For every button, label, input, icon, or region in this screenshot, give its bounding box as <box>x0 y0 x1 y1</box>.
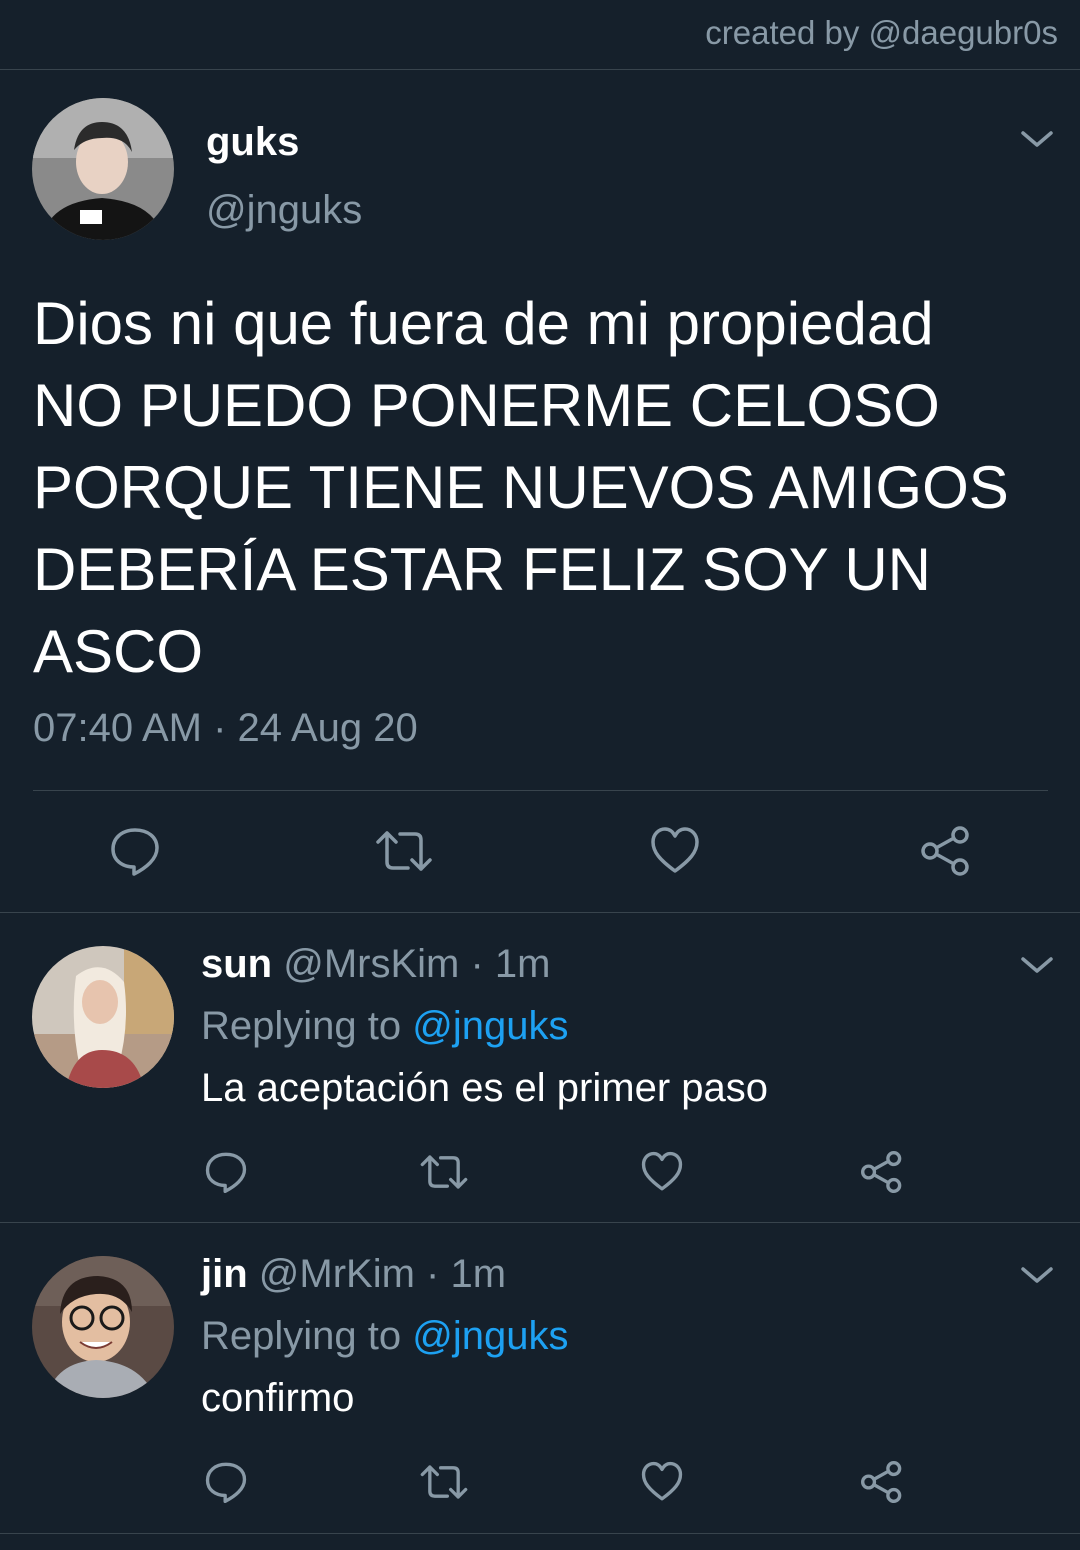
tweet-timestamp[interactable]: 07:40 AM · 24 Aug 20 <box>33 706 418 751</box>
replying-to: Replying to @jnguks <box>201 1314 568 1359</box>
handle-time: @MrKim · 1m <box>247 1252 507 1296</box>
replying-label: Replying to <box>201 1004 413 1048</box>
top-divider <box>0 69 1080 70</box>
reply-text: confirmo <box>201 1376 355 1420</box>
divider <box>0 1222 1080 1223</box>
share-icon[interactable] <box>860 1461 904 1503</box>
chevron-down-icon[interactable] <box>1019 953 1055 977</box>
avatar[interactable] <box>32 946 174 1088</box>
display-name[interactable]: guks <box>206 120 299 165</box>
reply-icon[interactable] <box>110 826 160 876</box>
share-icon[interactable] <box>860 1151 904 1193</box>
replying-label: Replying to <box>201 1314 413 1358</box>
divider <box>33 790 1048 791</box>
chevron-down-icon[interactable] <box>1019 1263 1055 1287</box>
mention-link[interactable]: @jnguks <box>412 1314 568 1358</box>
like-icon[interactable] <box>641 1151 683 1193</box>
retweet-icon[interactable] <box>419 1151 469 1193</box>
like-icon[interactable] <box>650 826 700 876</box>
reply-icon[interactable] <box>205 1151 247 1193</box>
display-name[interactable]: jin <box>201 1252 248 1296</box>
user-handle[interactable]: @jnguks <box>206 188 362 233</box>
reply-text: La aceptación es el primer paso <box>201 1066 768 1110</box>
tweet-text: Dios ni que fuera de mi propiedad NO PUE… <box>33 290 1009 685</box>
divider <box>0 1533 1080 1534</box>
display-name[interactable]: sun <box>201 942 272 986</box>
avatar[interactable] <box>32 98 174 240</box>
chevron-down-icon[interactable] <box>1019 127 1055 151</box>
reply-icon[interactable] <box>205 1461 247 1503</box>
reply-header: jin @MrKim · 1m <box>201 1252 506 1297</box>
replying-to: Replying to @jnguks <box>201 1004 568 1049</box>
avatar[interactable] <box>32 1256 174 1398</box>
watermark-credit: created by @daegubr0s <box>705 14 1058 51</box>
retweet-icon[interactable] <box>419 1461 469 1503</box>
mention-link[interactable]: @jnguks <box>412 1004 568 1048</box>
share-icon[interactable] <box>920 826 972 876</box>
divider <box>0 912 1080 913</box>
like-icon[interactable] <box>641 1461 683 1503</box>
handle-time: @MrsKim · 1m <box>272 942 551 986</box>
retweet-icon[interactable] <box>374 826 434 876</box>
reply-header: sun @MrsKim · 1m <box>201 942 550 987</box>
